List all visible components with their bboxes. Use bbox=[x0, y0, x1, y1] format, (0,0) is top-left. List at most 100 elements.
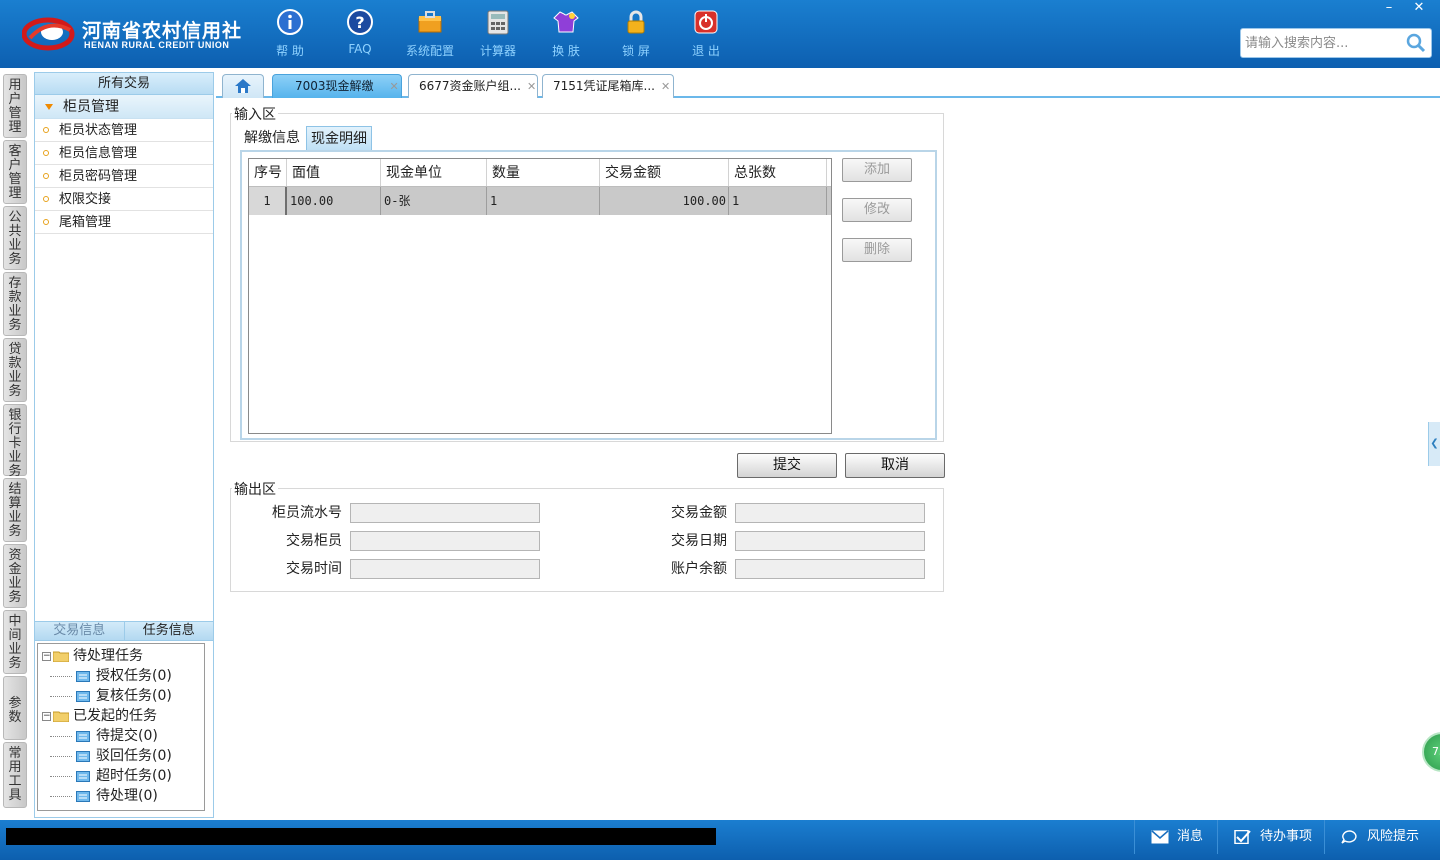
account-balance-field[interactable] bbox=[735, 559, 925, 579]
add-row-button[interactable]: 添加 bbox=[842, 158, 912, 182]
tab-transaction-info[interactable]: 交易信息 bbox=[35, 622, 125, 640]
cell-quantity[interactable]: 1 bbox=[487, 187, 600, 215]
tree-node-to-process[interactable]: 待处理(0) bbox=[42, 786, 204, 806]
vtab-deposit-business[interactable]: 存款业务 bbox=[3, 272, 27, 336]
floating-assistant-ball[interactable]: 73 bbox=[1422, 732, 1440, 772]
col-face-value[interactable]: 面值 bbox=[287, 159, 381, 186]
messages-button[interactable]: 消息 bbox=[1134, 820, 1216, 854]
tab-voucher-cashbox[interactable]: 7151凭证尾箱库... ✕ bbox=[542, 74, 674, 98]
col-total-count[interactable]: 总张数 bbox=[729, 159, 827, 186]
menu-item-label: 尾箱管理 bbox=[59, 215, 112, 230]
teller-serial-field[interactable] bbox=[350, 503, 540, 523]
menu-item-cash-box[interactable]: 尾箱管理 bbox=[35, 211, 213, 234]
vtab-fund-business[interactable]: 资金业务 bbox=[3, 544, 27, 608]
collapse-icon[interactable]: − bbox=[42, 711, 51, 721]
cell-amount[interactable]: 100.00 bbox=[600, 187, 729, 215]
vtab-customer-management[interactable]: 客户管理 bbox=[3, 140, 27, 204]
tab-cash-remittance[interactable]: 7003现金解缴 ✕ bbox=[272, 74, 402, 98]
tree-node-label: 超时任务(0) bbox=[96, 768, 172, 784]
col-quantity[interactable]: 数量 bbox=[487, 159, 600, 186]
vtab-label: 中间业务 bbox=[8, 614, 22, 671]
tree-node-rejected[interactable]: 驳回任务(0) bbox=[42, 746, 204, 766]
menu-item-label: 柜员状态管理 bbox=[59, 123, 138, 138]
vtab-label: 常用工具 bbox=[8, 746, 22, 803]
vtab-intermediary-business[interactable]: 中间业务 bbox=[3, 610, 27, 674]
subtab-cash-detail[interactable]: 现金明细 bbox=[306, 126, 372, 150]
tab-task-info[interactable]: 任务信息 bbox=[125, 622, 214, 640]
tree-node-initiated-tasks[interactable]: − 已发起的任务 bbox=[42, 706, 204, 726]
vtab-user-management[interactable]: 用户管理 bbox=[3, 74, 27, 138]
search-input[interactable] bbox=[1241, 29, 1401, 57]
vtab-parameters[interactable]: 参数 bbox=[3, 676, 27, 740]
tab-home[interactable] bbox=[222, 74, 264, 98]
tab-fund-account-group[interactable]: 6677资金账户组... ✕ bbox=[408, 74, 538, 98]
help-label: 帮 助 bbox=[276, 44, 304, 58]
menu-item-teller-password[interactable]: 柜员密码管理 bbox=[35, 165, 213, 188]
cell-index: 1 bbox=[249, 187, 287, 215]
cancel-button[interactable]: 取消 bbox=[845, 453, 945, 478]
table-row[interactable]: 1 100.00 0-张 1 100.00 1 bbox=[249, 187, 831, 215]
transaction-amount-field[interactable] bbox=[735, 503, 925, 523]
system-config-button[interactable]: 系统配置 bbox=[400, 8, 460, 60]
exit-button[interactable]: 退 出 bbox=[676, 8, 736, 60]
teller-management-group[interactable]: 柜员管理 bbox=[35, 95, 213, 119]
vtab-label: 结算业务 bbox=[8, 482, 22, 539]
submit-button[interactable]: 提交 bbox=[737, 453, 837, 478]
delete-row-button[interactable]: 删除 bbox=[842, 238, 912, 262]
bullet-icon bbox=[43, 150, 49, 156]
subtab-remittance-info[interactable]: 解缴信息 bbox=[240, 126, 304, 150]
vtab-bank-card-business[interactable]: 银行卡业务 bbox=[3, 404, 27, 479]
vtab-settlement-business[interactable]: 结算业务 bbox=[3, 478, 27, 542]
vtab-common-tools[interactable]: 常用工具 bbox=[3, 742, 27, 808]
edit-row-button[interactable]: 修改 bbox=[842, 198, 912, 222]
minimize-button[interactable]: – bbox=[1374, 0, 1404, 18]
info-icon bbox=[277, 9, 303, 35]
menu-item-label: 柜员信息管理 bbox=[59, 146, 138, 161]
col-amount[interactable]: 交易金额 bbox=[600, 159, 729, 186]
transaction-date-field[interactable] bbox=[735, 531, 925, 551]
teller-field[interactable] bbox=[350, 531, 540, 551]
tree-node-auth-tasks[interactable]: 授权任务(0) bbox=[42, 666, 204, 686]
menu-item-permission-handover[interactable]: 权限交接 bbox=[35, 188, 213, 211]
risk-alert-button[interactable]: 风险提示 bbox=[1324, 820, 1440, 854]
cell-total-count[interactable]: 1 bbox=[729, 187, 827, 215]
collapse-icon[interactable]: − bbox=[42, 651, 51, 661]
tree-node-timeout[interactable]: 超时任务(0) bbox=[42, 766, 204, 786]
close-tab-icon[interactable]: ✕ bbox=[661, 80, 670, 93]
logo-swirl-icon bbox=[22, 17, 75, 51]
search-icon[interactable] bbox=[1405, 32, 1427, 54]
tree-node-review-tasks[interactable]: 复核任务(0) bbox=[42, 686, 204, 706]
cell-face-value[interactable]: 100.00 bbox=[287, 187, 381, 215]
collapse-right-panel-handle[interactable]: ❮ bbox=[1428, 422, 1440, 466]
top-header: 河南省农村信用社 HENAN RURAL CREDIT UNION 帮 助 ? … bbox=[0, 0, 1440, 68]
close-window-button[interactable]: ✕ bbox=[1404, 0, 1434, 18]
tree-node-pending-tasks[interactable]: − 待处理任务 bbox=[42, 646, 204, 666]
teller-serial-label: 柜员流水号 bbox=[272, 505, 342, 521]
col-cash-unit[interactable]: 现金单位 bbox=[381, 159, 487, 186]
lock-screen-button[interactable]: 锁 屏 bbox=[606, 8, 666, 60]
document-tabs: 7003现金解缴 ✕ 6677资金账户组... ✕ 7151凭证尾箱库... ✕ bbox=[216, 72, 1440, 98]
lock-screen-label: 锁 屏 bbox=[622, 44, 650, 58]
change-skin-label: 换 肤 bbox=[552, 44, 580, 58]
vtab-loan-business[interactable]: 贷款业务 bbox=[3, 338, 27, 402]
shirt-icon bbox=[553, 11, 579, 33]
tree-node-label: 驳回任务(0) bbox=[96, 748, 172, 764]
todo-button[interactable]: 待办事项 bbox=[1217, 820, 1323, 854]
tree-node-to-submit[interactable]: 待提交(0) bbox=[42, 726, 204, 746]
faq-button[interactable]: ? FAQ bbox=[330, 8, 390, 60]
messages-label: 消息 bbox=[1177, 829, 1204, 844]
vtab-public-business[interactable]: 公共业务 bbox=[3, 206, 27, 270]
col-index[interactable]: 序号 bbox=[249, 159, 287, 186]
help-button[interactable]: 帮 助 bbox=[260, 8, 320, 60]
cell-cash-unit[interactable]: 0-张 bbox=[381, 187, 487, 215]
calculator-button[interactable]: 计算器 bbox=[468, 8, 528, 60]
menu-item-teller-status[interactable]: 柜员状态管理 bbox=[35, 119, 213, 142]
close-tab-icon[interactable]: ✕ bbox=[527, 80, 536, 93]
close-tab-icon[interactable]: ✕ bbox=[390, 80, 399, 93]
question-icon: ? bbox=[347, 9, 373, 35]
menu-item-teller-info[interactable]: 柜员信息管理 bbox=[35, 142, 213, 165]
change-skin-button[interactable]: 换 肤 bbox=[536, 8, 596, 60]
transaction-time-field[interactable] bbox=[350, 559, 540, 579]
tab-label: 6677资金账户组... bbox=[419, 79, 521, 93]
all-transactions-header[interactable]: 所有交易 bbox=[35, 73, 213, 95]
